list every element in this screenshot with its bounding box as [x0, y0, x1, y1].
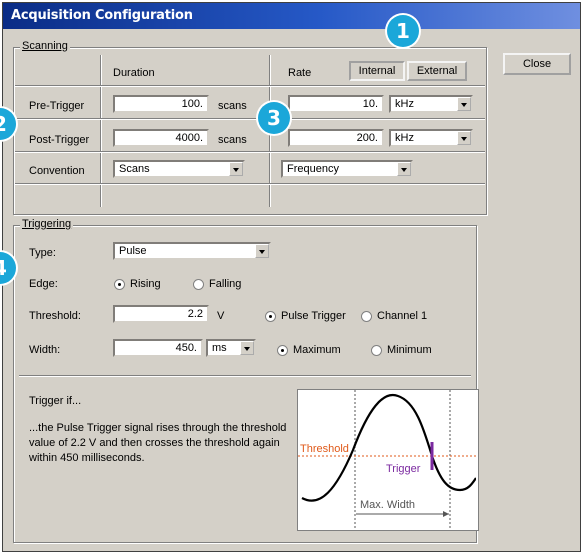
- type-label: Type:: [29, 247, 56, 259]
- minimum-label: Minimum: [387, 344, 432, 356]
- pretrigger-rate-unit-value: kHz: [395, 98, 414, 110]
- rate-convention-value: Frequency: [287, 163, 339, 175]
- internal-button[interactable]: Internal: [349, 61, 405, 81]
- callout-badge-1: 1: [387, 15, 419, 47]
- duration-header: Duration: [113, 67, 155, 79]
- chevron-down-icon[interactable]: [255, 244, 269, 258]
- maximum-label: Maximum: [293, 344, 341, 356]
- width-label: Width:: [29, 344, 61, 356]
- close-button[interactable]: Close: [503, 53, 571, 75]
- rising-radio[interactable]: [114, 279, 125, 290]
- posttrigger-rate-unit-select[interactable]: kHz: [389, 129, 473, 147]
- convention-select[interactable]: Scans: [113, 160, 245, 178]
- convention-label: Convention: [29, 165, 85, 177]
- callout-badge-3: 3: [258, 102, 290, 134]
- rising-label: Rising: [130, 278, 161, 290]
- posttrigger-duration-field[interactable]: 4000.: [113, 129, 209, 147]
- posttrigger-rate-field[interactable]: 200.: [288, 129, 384, 147]
- minimum-radio[interactable]: [371, 345, 382, 356]
- width-field[interactable]: 450.: [113, 339, 203, 357]
- trigger-description: ...the Pulse Trigger signal rises throug…: [29, 422, 287, 464]
- title-bar[interactable]: Acquisition Configuration: [3, 3, 580, 29]
- edge-label: Edge:: [29, 278, 58, 290]
- rate-header: Rate: [288, 67, 312, 79]
- pulse-trigger-radio[interactable]: [265, 311, 276, 322]
- trigger-type-value: Pulse: [119, 245, 147, 257]
- pretrigger-rate-field[interactable]: 10.: [288, 95, 384, 113]
- falling-label: Falling: [209, 278, 242, 290]
- falling-radio[interactable]: [193, 279, 204, 290]
- posttrigger-rate-unit-value: kHz: [395, 132, 414, 144]
- arrow-head-icon: [443, 511, 449, 517]
- posttrigger-unit: scans: [218, 134, 247, 146]
- channel1-radio[interactable]: [361, 311, 372, 322]
- threshold-text: Threshold: [300, 443, 349, 455]
- maximum-radio[interactable]: [277, 345, 288, 356]
- window-title: Acquisition Configuration: [11, 8, 193, 23]
- threshold-label: Threshold:: [29, 310, 81, 322]
- waveform-svg: Threshold Trigger Max. Width: [298, 390, 477, 528]
- posttrigger-label: Post-Trigger: [29, 134, 90, 146]
- chevron-down-icon[interactable]: [457, 97, 471, 111]
- scanning-group-label: Scanning: [20, 40, 70, 52]
- trigger-waveform-diagram: Threshold Trigger Max. Width: [297, 389, 479, 531]
- width-unit-select[interactable]: ms: [206, 339, 256, 357]
- scan-row-divider-4: [15, 183, 485, 185]
- triggering-divider: [19, 375, 471, 377]
- triggering-group-label: Triggering: [20, 218, 74, 230]
- pretrigger-unit: scans: [218, 100, 247, 112]
- scan-row-divider-2: [15, 118, 485, 120]
- width-unit-value: ms: [212, 342, 227, 354]
- chevron-down-icon[interactable]: [397, 162, 411, 176]
- external-button[interactable]: External: [407, 61, 467, 81]
- acquisition-config-window: Acquisition Configuration Scanning Durat…: [2, 2, 581, 552]
- chevron-down-icon[interactable]: [229, 162, 243, 176]
- max-width-text: Max. Width: [360, 499, 415, 511]
- scan-row-divider-1: [15, 85, 485, 87]
- threshold-unit: V: [217, 310, 225, 322]
- threshold-field[interactable]: 2.2: [113, 305, 209, 323]
- pretrigger-label: Pre-Trigger: [29, 100, 85, 112]
- chevron-down-icon[interactable]: [457, 131, 471, 145]
- pulse-trigger-label: Pulse Trigger: [281, 310, 346, 322]
- trigger-type-select[interactable]: Pulse: [113, 242, 271, 260]
- chevron-down-icon[interactable]: [240, 341, 254, 355]
- trigger-if-heading: Trigger if...: [29, 395, 82, 407]
- convention-value: Scans: [119, 163, 150, 175]
- rate-convention-select[interactable]: Frequency: [281, 160, 413, 178]
- pretrigger-duration-field[interactable]: 100.: [113, 95, 209, 113]
- trigger-text: Trigger: [386, 463, 421, 475]
- scan-row-divider-3: [15, 151, 485, 153]
- channel1-label: Channel 1: [377, 310, 428, 322]
- pretrigger-rate-unit-select[interactable]: kHz: [389, 95, 473, 113]
